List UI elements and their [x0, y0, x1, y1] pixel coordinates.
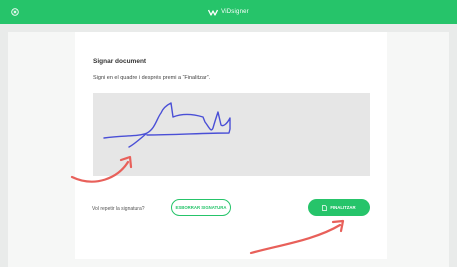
- annotation-arrow-right: [249, 219, 345, 255]
